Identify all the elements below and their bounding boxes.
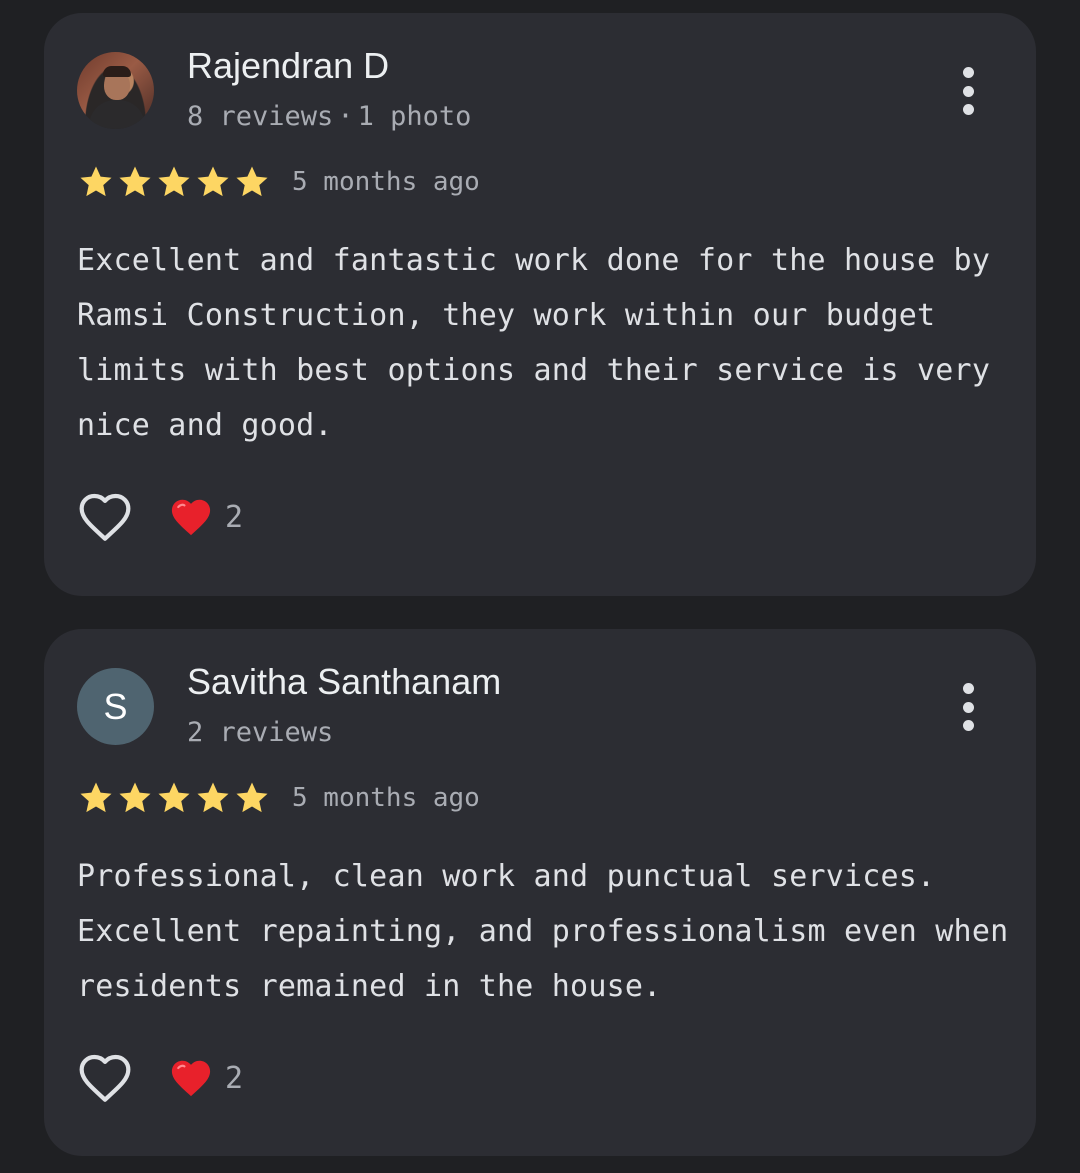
- reviewer-meta: 8 reviews · 1 photo: [187, 101, 471, 132]
- red-heart-icon: [171, 1060, 211, 1097]
- more-vert-icon-dot: [962, 85, 974, 97]
- review-text: Professional, clean work and punctual se…: [77, 859, 1009, 1004]
- reaction-summary[interactable]: 2: [169, 1058, 243, 1098]
- reviews-count: 8 reviews: [187, 101, 334, 132]
- reviewer-meta: 2 reviews: [187, 717, 333, 748]
- review-actions: 2: [77, 491, 243, 543]
- more-options-button[interactable]: [956, 67, 980, 115]
- star-icon: [80, 782, 112, 813]
- more-vert-icon-dot: [962, 720, 974, 731]
- star-icon: [236, 166, 268, 197]
- star-icon: [158, 166, 190, 197]
- review-card: S Savitha Santhanam 2 reviews 5 months a…: [44, 629, 1036, 1156]
- rating-row: 5 months ago: [77, 163, 480, 201]
- reviews-count: 2 reviews: [187, 717, 334, 748]
- heart-outline-icon: [79, 493, 131, 541]
- avatar-photo-body: [89, 100, 145, 129]
- reviewer-name[interactable]: Rajendran D: [187, 45, 389, 87]
- star-icon: [80, 166, 112, 197]
- star-icon: [197, 166, 229, 197]
- review-time: 5 months ago: [292, 167, 480, 197]
- avatar[interactable]: S: [77, 668, 154, 745]
- star-icon: [197, 782, 229, 813]
- more-options-button[interactable]: [956, 683, 980, 731]
- more-vert-icon: [962, 683, 974, 694]
- rating-row: 5 months ago: [77, 779, 480, 817]
- heart-outline-icon: [79, 1054, 131, 1102]
- more-vert-icon-dot: [962, 104, 974, 115]
- avatar-photo-hair: [103, 66, 131, 77]
- more-vert-icon: [962, 67, 974, 78]
- heart-count: 2: [225, 499, 244, 535]
- star-icon: [119, 782, 151, 813]
- reviewer-name[interactable]: Savitha Santhanam: [187, 661, 501, 703]
- more-vert-icon-dot: [962, 701, 974, 713]
- heart-count: 2: [225, 1060, 244, 1096]
- review-time: 5 months ago: [292, 783, 480, 813]
- review-actions: 2: [77, 1052, 243, 1104]
- avatar[interactable]: [77, 52, 154, 129]
- like-button[interactable]: [77, 1052, 133, 1104]
- review-card: Rajendran D 8 reviews · 1 photo 5 months a…: [44, 13, 1036, 596]
- review-text: Excellent and fantastic work done for th…: [77, 243, 991, 443]
- reaction-summary[interactable]: 2: [169, 497, 243, 537]
- photos-count: 1 photo: [357, 101, 472, 132]
- meta-separator: ·: [337, 101, 354, 132]
- star-rating: [77, 163, 272, 201]
- red-heart-icon: [171, 499, 211, 536]
- star-icon: [236, 782, 268, 813]
- star-icon: [158, 782, 190, 813]
- star-rating: [77, 779, 272, 817]
- like-button[interactable]: [77, 491, 133, 543]
- star-icon: [119, 166, 151, 197]
